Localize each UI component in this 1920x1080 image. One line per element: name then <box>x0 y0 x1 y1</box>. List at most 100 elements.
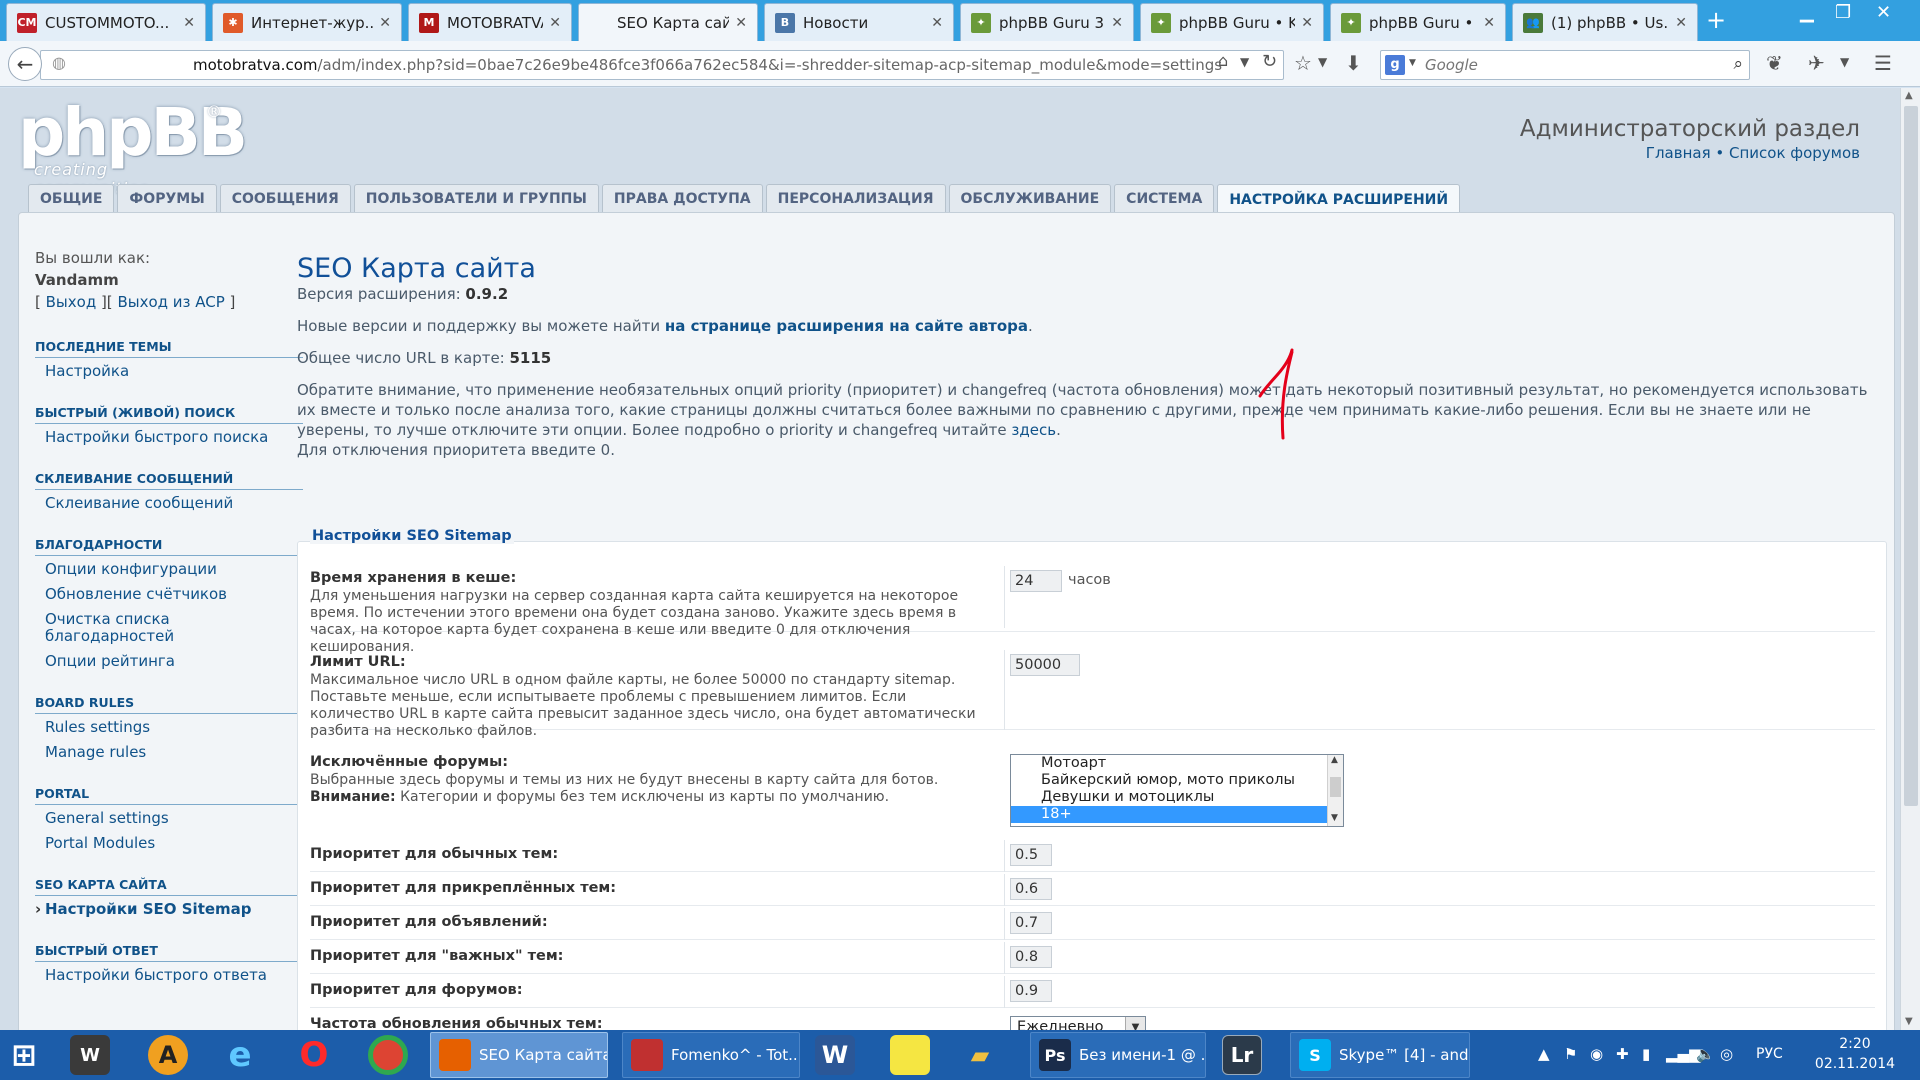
home-link[interactable]: Главная <box>1646 144 1711 162</box>
page-scrollbar[interactable]: ▲ ▼ <box>1900 88 1920 1030</box>
show-hidden-icons-icon[interactable]: ▲ <box>1538 1045 1550 1063</box>
start-button[interactable]: ⊞ <box>4 1032 44 1078</box>
tab-close-icon[interactable]: ✕ <box>183 15 195 31</box>
browser-tab[interactable]: ✱ Интернет-жур... ✕ <box>212 3 402 41</box>
tab-permissions[interactable]: ПРАВА ДОСТУПА <box>601 184 763 212</box>
forum-index-link[interactable]: Список форумов <box>1729 144 1860 162</box>
tab-close-icon[interactable]: ✕ <box>735 15 747 31</box>
reload-icon[interactable]: ↻ <box>1262 51 1277 72</box>
tab-maintenance[interactable]: ОБСЛУЖИВАНИЕ <box>948 184 1112 212</box>
excluded-forums-listbox[interactable]: Мотоарт Байкерский юмор, мото приколы Деву… <box>1010 754 1344 827</box>
tab-forums[interactable]: ФОРУМЫ <box>117 184 217 212</box>
sidebar-item[interactable]: Rules settings <box>35 714 303 739</box>
url-limit-input[interactable] <box>1010 654 1080 676</box>
sidebar-item[interactable]: Настройки быстрого поиска <box>35 424 303 449</box>
address-bar[interactable]: motobratva.com/adm/index.php?sid=0bae7c2… <box>40 50 1284 80</box>
sidebar-item[interactable]: Опции конфигурации <box>35 556 303 581</box>
cache-time-input[interactable] <box>1010 570 1062 592</box>
tab-close-icon[interactable]: ✕ <box>1483 15 1495 31</box>
browser-tab[interactable]: 👥 (1) phpBB • Us... ✕ <box>1512 3 1698 41</box>
search-bar[interactable]: g ▼ ⌕ <box>1380 50 1750 80</box>
sidebar-item[interactable]: Portal Modules <box>35 830 303 855</box>
tab-close-icon[interactable]: ✕ <box>931 15 943 31</box>
listbox-scroll-thumb[interactable] <box>1330 777 1341 797</box>
pinned-aimp[interactable]: A <box>148 1032 188 1078</box>
taskbar-window[interactable]: S Skype™ [4] - and... <box>1290 1032 1470 1078</box>
sidebar-item[interactable]: Настройки быстрого ответа <box>35 962 303 987</box>
tab-system[interactable]: СИСТЕМА <box>1114 184 1215 212</box>
notice-here-link[interactable]: здесь <box>1011 421 1056 439</box>
taskbar-window-button[interactable]: Fomenko^ - Tot... <box>622 1032 800 1078</box>
tab-close-icon[interactable]: ✕ <box>1675 15 1687 31</box>
forum-option[interactable]: Девушки и мотоциклы <box>1011 789 1343 806</box>
scroll-down-icon[interactable]: ▼ <box>1331 813 1338 823</box>
clock[interactable]: 2:20 02.11.2014 <box>1810 1034 1900 1074</box>
pinned-wot[interactable]: W <box>70 1032 110 1078</box>
bookmark-dropdown-icon[interactable]: ▼ <box>1318 55 1327 69</box>
phpbb-logo[interactable]: phpBB creating communities ® <box>18 98 248 199</box>
prio-global-input[interactable] <box>1010 946 1052 968</box>
menu-icon[interactable]: ☰ <box>1874 51 1892 75</box>
tab-customise[interactable]: ПЕРСОНАЛИЗАЦИЯ <box>765 184 946 212</box>
sidebar-item[interactable]: Настройки SEO Sitemap <box>35 896 303 921</box>
sidebar-item[interactable]: Manage rules <box>35 739 303 764</box>
app-tray-icon[interactable]: ✚ <box>1616 1045 1629 1063</box>
browser-tab[interactable]: В Новости ✕ <box>764 3 954 41</box>
scroll-up-icon[interactable]: ▲ <box>1331 755 1338 765</box>
avast-icon[interactable]: ◎ <box>1720 1045 1733 1063</box>
flag-icon[interactable]: ⚑ <box>1564 1045 1577 1063</box>
browser-tab[interactable]: ✦ phpBB Guru • ... ✕ <box>1330 3 1506 41</box>
tab-close-icon[interactable]: ✕ <box>549 15 561 31</box>
forum-option[interactable]: Байкерский юмор, мото приколы <box>1011 772 1343 789</box>
listbox-scrollbar[interactable]: ▲ ▼ <box>1327 755 1343 826</box>
browser-tab[interactable]: SEO Карта сайта ✕ <box>578 3 758 41</box>
sidebar-item[interactable]: Очистка списка благодарностей <box>35 606 303 648</box>
logout-acp-link[interactable]: Выход из ACP <box>117 293 224 311</box>
taskbar-window-button[interactable]: S Skype™ [4] - and... <box>1290 1032 1470 1078</box>
bookmark-star-icon[interactable]: ☆ <box>1294 51 1312 75</box>
pinned-lightroom[interactable]: Lr <box>1222 1032 1262 1078</box>
reader-view-icon[interactable]: ⌂ <box>1218 51 1228 70</box>
sidebar-item[interactable]: Настройка <box>35 358 303 383</box>
pinned-ie[interactable]: e <box>220 1032 260 1078</box>
browser-tab[interactable]: CM CUSTOMMOTO... ✕ <box>6 3 206 41</box>
forum-option[interactable]: 18+ <box>1011 806 1343 823</box>
taskbar-window[interactable]: SEO Карта сайта... <box>430 1032 608 1078</box>
prio-announce-input[interactable] <box>1010 912 1052 934</box>
search-engine-dropdown-icon[interactable]: ▼ <box>1409 58 1416 68</box>
username[interactable]: Vandamm <box>35 271 303 289</box>
prio-forums-input[interactable] <box>1010 980 1052 1002</box>
google-icon[interactable]: g <box>1385 55 1405 75</box>
logout-link[interactable]: Выход <box>46 293 97 311</box>
minimize-button[interactable]: ▁ <box>1800 2 1814 23</box>
page-scroll-thumb[interactable] <box>1904 106 1918 806</box>
forum-option[interactable]: Мотоарт <box>1011 755 1343 772</box>
new-tab-button[interactable]: + <box>1706 6 1726 34</box>
pinned-explorer[interactable]: ▰ <box>960 1032 1000 1078</box>
url-dropdown-icon[interactable]: ▼ <box>1240 55 1249 69</box>
back-button[interactable]: ← <box>8 47 42 81</box>
scroll-up-icon[interactable]: ▲ <box>1905 90 1913 101</box>
tab-close-icon[interactable]: ✕ <box>1301 15 1313 31</box>
download-icon[interactable]: ⬇ <box>1345 51 1362 75</box>
tab-general[interactable]: ОБЩИЕ <box>28 184 115 212</box>
pinned-word[interactable]: W <box>815 1032 855 1078</box>
search-input[interactable] <box>1425 54 1725 76</box>
freq-normal-select[interactable]: Ежедневно ▼ <box>1010 1016 1146 1030</box>
tab-close-icon[interactable]: ✕ <box>379 15 391 31</box>
browser-tab[interactable]: ✦ phpBB Guru 3.1... ✕ <box>960 3 1134 41</box>
sidebar-item[interactable]: General settings <box>35 805 303 830</box>
volume-icon[interactable]: 🔈 <box>1696 1045 1715 1063</box>
addon-icon[interactable]: ❦ <box>1766 51 1783 75</box>
taskbar-window-button[interactable]: Ps Без имени-1 @ ... <box>1030 1032 1206 1078</box>
author-page-link[interactable]: на странице расширения на сайте автора <box>665 317 1028 335</box>
pinned-chrome[interactable] <box>368 1032 408 1078</box>
prio-normal-input[interactable] <box>1010 844 1052 866</box>
battery-icon[interactable]: ▮ <box>1642 1045 1650 1063</box>
browser-tab[interactable]: ✦ phpBB Guru • K... ✕ <box>1140 3 1324 41</box>
prio-sticky-input[interactable] <box>1010 878 1052 900</box>
addon-2-icon[interactable]: ✈ <box>1808 51 1825 75</box>
sidebar-item[interactable]: Опции рейтинга <box>35 648 303 673</box>
taskbar-window-button[interactable]: SEO Карта сайта... <box>430 1032 608 1078</box>
pinned-sticky-notes[interactable] <box>890 1032 930 1078</box>
